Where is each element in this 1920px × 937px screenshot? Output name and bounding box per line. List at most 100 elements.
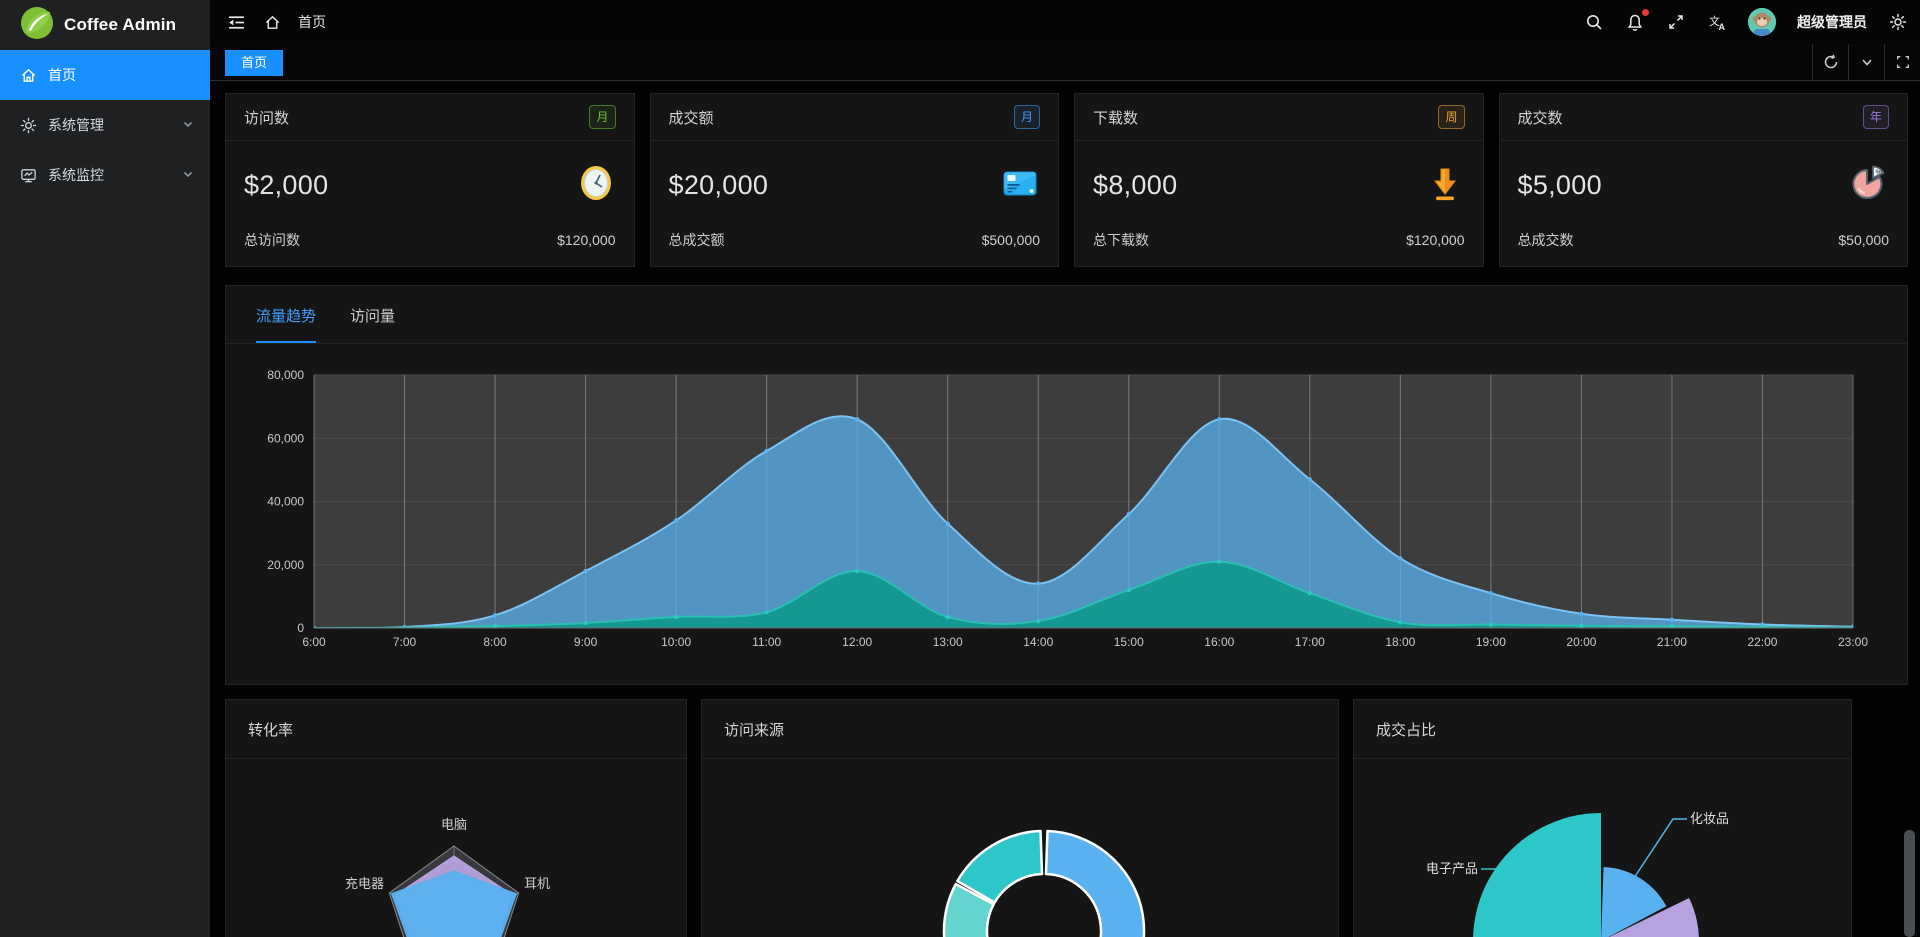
svg-text:A: A bbox=[1718, 22, 1725, 32]
svg-text:14:00: 14:00 bbox=[1023, 635, 1053, 649]
navbar-actions: 文 A 超级管理员 bbox=[1584, 8, 1920, 36]
notification-dot bbox=[1642, 9, 1649, 16]
tab-traffic-trend[interactable]: 流量趋势 bbox=[256, 305, 316, 343]
sidebar-item-label: 系统管理 bbox=[48, 115, 104, 135]
svg-text:13:00: 13:00 bbox=[933, 635, 963, 649]
deal-share-card: 成交占比 电子产品 化妆品 bbox=[1353, 699, 1852, 937]
svg-text:20,000: 20,000 bbox=[267, 558, 304, 572]
visit-source-card: 访问来源 bbox=[701, 699, 1339, 937]
svg-text:22:00: 22:00 bbox=[1747, 635, 1777, 649]
traffic-trend-card: 流量趋势 访问量 6:007:008:009:0010:0011:0012:00… bbox=[225, 285, 1908, 685]
download-icon bbox=[1425, 163, 1465, 208]
svg-text:40,000: 40,000 bbox=[267, 495, 304, 509]
stat-title: 下载数 bbox=[1093, 107, 1138, 128]
stat-footer-label: 总访问数 bbox=[244, 230, 300, 250]
stat-title: 访问数 bbox=[244, 107, 289, 128]
search-icon[interactable] bbox=[1584, 12, 1604, 32]
avatar[interactable] bbox=[1748, 8, 1776, 36]
svg-text:11:00: 11:00 bbox=[752, 635, 781, 649]
breadcrumb: 首页 bbox=[210, 12, 326, 32]
user-name[interactable]: 超级管理员 bbox=[1797, 12, 1867, 32]
panel-title: 成交占比 bbox=[1376, 719, 1436, 740]
svg-text:18:00: 18:00 bbox=[1385, 635, 1415, 649]
stat-footer-value: $50,000 bbox=[1838, 232, 1889, 248]
sidebar-item-label: 系统监控 bbox=[48, 165, 104, 185]
sidebar-item-system-monitor[interactable]: 系统监控 bbox=[0, 150, 210, 200]
stat-cards-row: 访问数 月 $2,000 总访问数 $120,000 bbox=[225, 93, 1908, 267]
gear-icon bbox=[20, 116, 38, 134]
period-tag: 周 bbox=[1438, 105, 1464, 129]
stat-value: $8,000 bbox=[1093, 170, 1177, 201]
svg-text:化妆品: 化妆品 bbox=[1690, 811, 1729, 826]
sidebar-item-system-management[interactable]: 系统管理 bbox=[0, 100, 210, 150]
deal-share-pie-chart: 电子产品 化妆品 bbox=[1354, 759, 1852, 937]
stat-value: $2,000 bbox=[244, 170, 328, 201]
fullscreen-icon[interactable] bbox=[1666, 12, 1686, 32]
stat-footer-value: $500,000 bbox=[982, 232, 1040, 248]
app-window: { "app": { "title": "Coffee Admin" }, "s… bbox=[0, 0, 1920, 937]
stat-footer-label: 总下载数 bbox=[1093, 230, 1149, 250]
svg-text:12:00: 12:00 bbox=[842, 635, 872, 649]
translate-icon[interactable]: 文 A bbox=[1707, 12, 1727, 32]
svg-text:充电器: 充电器 bbox=[345, 876, 384, 891]
svg-text:20:00: 20:00 bbox=[1566, 635, 1596, 649]
svg-text:19:00: 19:00 bbox=[1476, 635, 1506, 649]
visit-source-donut-chart bbox=[702, 759, 1339, 937]
leaf-logo-icon bbox=[20, 6, 54, 45]
main-content: 访问数 月 $2,000 总访问数 $120,000 bbox=[210, 81, 1920, 937]
scrollbar-thumb[interactable] bbox=[1904, 830, 1915, 937]
svg-text:10:00: 10:00 bbox=[661, 635, 691, 649]
app-logo: Coffee Admin bbox=[0, 0, 210, 50]
conversion-radar-chart: 电脑充电器 耳机 bbox=[226, 759, 687, 937]
bottom-cards-row: 转化率 电脑充电器 耳机 访问来源 成交占比 电子产品 化妆品 bbox=[225, 699, 1908, 937]
home-icon bbox=[20, 66, 38, 84]
svg-text:6:00: 6:00 bbox=[302, 635, 326, 649]
monitor-icon bbox=[20, 166, 38, 184]
panel-title: 转化率 bbox=[248, 719, 293, 740]
stat-value: $5,000 bbox=[1518, 170, 1602, 201]
trend-tabs: 流量趋势 访问量 bbox=[226, 286, 1907, 344]
bell-icon[interactable] bbox=[1625, 12, 1645, 32]
top-navbar: 首页 文 A bbox=[210, 0, 1920, 44]
breadcrumb-label[interactable]: 首页 bbox=[298, 12, 326, 32]
tab-visit-volume[interactable]: 访问量 bbox=[350, 305, 395, 343]
stat-title: 成交数 bbox=[1518, 107, 1563, 128]
period-tag: 月 bbox=[1014, 105, 1040, 129]
svg-text:电脑: 电脑 bbox=[441, 817, 467, 832]
tags-view-bar: 首页 bbox=[210, 44, 1920, 81]
svg-text:23:00: 23:00 bbox=[1838, 635, 1868, 649]
svg-text:耳机: 耳机 bbox=[524, 876, 550, 891]
collapse-menu-icon[interactable] bbox=[226, 12, 246, 32]
gear-icon[interactable] bbox=[1888, 12, 1908, 32]
stat-card-deals: 成交数 年 $5,000 % 总成交数 $50,000 bbox=[1499, 93, 1909, 267]
conversion-rate-card: 转化率 电脑充电器 耳机 bbox=[225, 699, 687, 937]
tab-home[interactable]: 首页 bbox=[225, 50, 283, 76]
svg-text:9:00: 9:00 bbox=[574, 635, 598, 649]
pie-icon: % bbox=[1849, 163, 1889, 208]
app-title: Coffee Admin bbox=[64, 15, 176, 35]
svg-text:16:00: 16:00 bbox=[1204, 635, 1234, 649]
maximize-icon[interactable] bbox=[1884, 44, 1920, 80]
refresh-icon[interactable] bbox=[1812, 44, 1848, 80]
stat-card-turnover: 成交额 月 $20,000 总成交 bbox=[650, 93, 1060, 267]
svg-text:17:00: 17:00 bbox=[1295, 635, 1325, 649]
stat-footer-label: 总成交额 bbox=[669, 230, 725, 250]
svg-text:%: % bbox=[1876, 168, 1883, 177]
home-icon[interactable] bbox=[262, 12, 282, 32]
svg-text:电子产品: 电子产品 bbox=[1426, 861, 1478, 876]
svg-text:7:00: 7:00 bbox=[393, 635, 417, 649]
tab-actions bbox=[1812, 44, 1920, 80]
chevron-down-icon[interactable] bbox=[1848, 44, 1884, 80]
stat-footer-label: 总成交数 bbox=[1518, 230, 1574, 250]
svg-text:0: 0 bbox=[297, 621, 304, 635]
credit-card-icon bbox=[1000, 163, 1040, 208]
svg-text:80,000: 80,000 bbox=[267, 368, 304, 382]
traffic-trend-chart: 6:007:008:009:0010:0011:0012:0013:0014:0… bbox=[226, 344, 1909, 686]
stat-title: 成交额 bbox=[669, 107, 714, 128]
panel-title: 访问来源 bbox=[724, 719, 784, 740]
chevron-down-icon bbox=[182, 117, 194, 133]
sidebar: Coffee Admin 首页 系统管理 bbox=[0, 0, 210, 937]
stat-value: $20,000 bbox=[669, 170, 769, 201]
chevron-down-icon bbox=[182, 167, 194, 183]
sidebar-item-home[interactable]: 首页 bbox=[0, 50, 210, 100]
